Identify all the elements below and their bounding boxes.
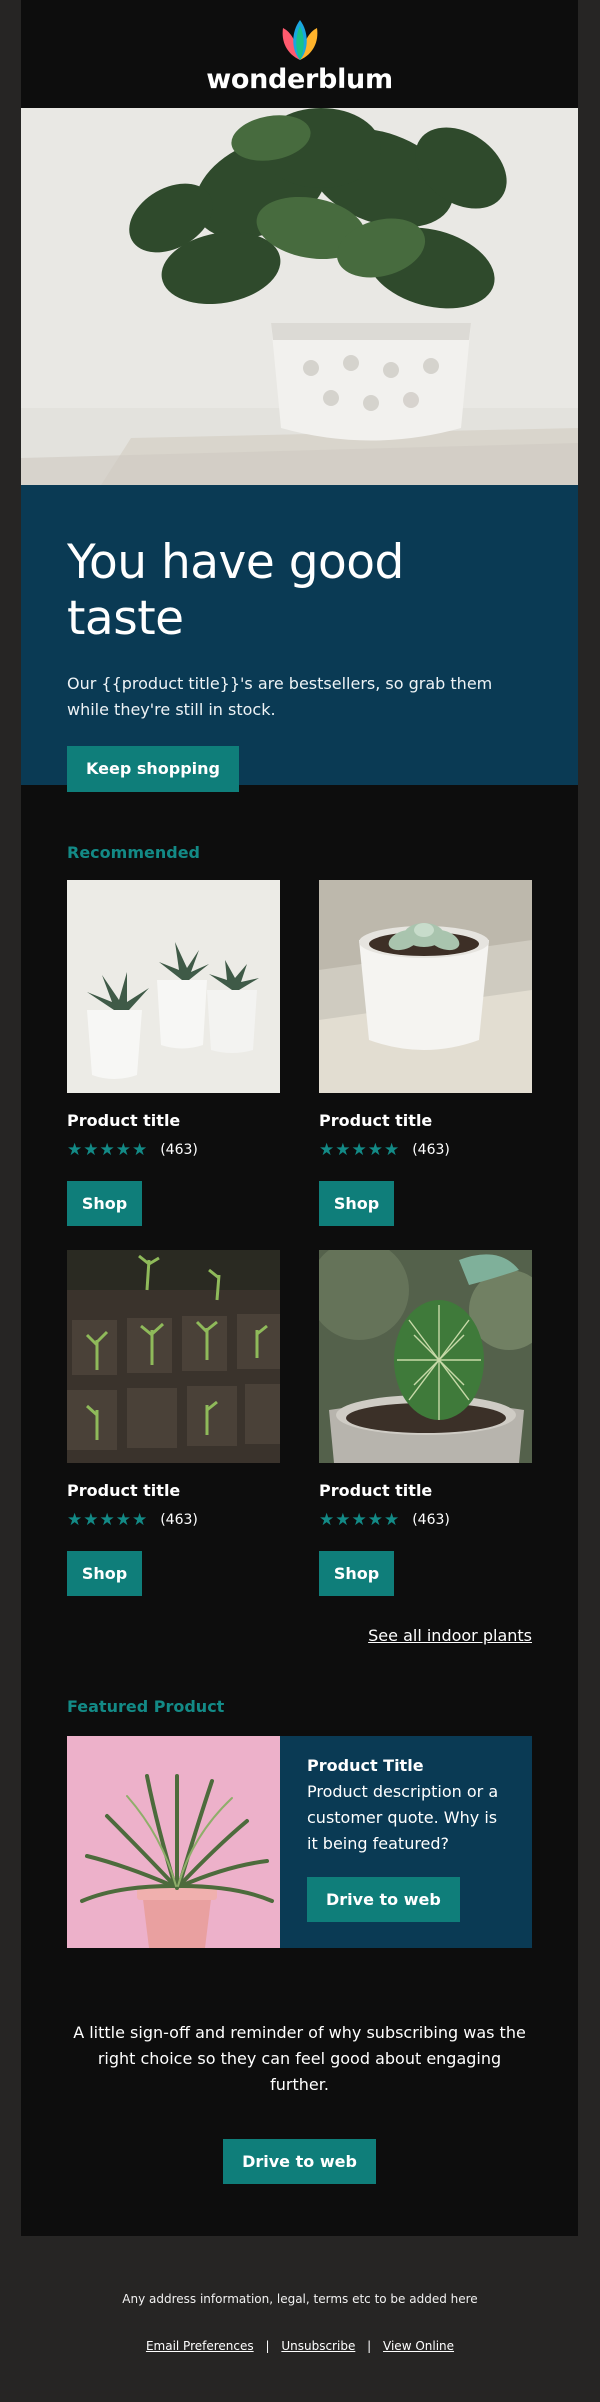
product-title: Product title [319, 1481, 433, 1500]
product-card: Product title ★★★★★ (463) Shop [319, 1250, 532, 1596]
featured-body: Product Title Product description or a c… [280, 1736, 532, 1948]
product-image[interactable] [319, 1250, 532, 1463]
hero-body: Our {{product title}}'s are bestsellers,… [67, 674, 493, 719]
review-count: (463) [412, 1512, 450, 1528]
product-rating: ★★★★★ (463) [67, 1140, 280, 1160]
recommended-section: Recommended Product title ★★★★★ (463) Sh… [21, 785, 578, 1620]
product-image[interactable] [319, 880, 532, 1093]
shop-button[interactable]: Shop [319, 1181, 394, 1226]
product-title: Product title [67, 1111, 181, 1130]
product-card: Product title ★★★★★ (463) Shop [67, 1250, 280, 1596]
logo-icon [282, 19, 317, 60]
product-image[interactable] [67, 1250, 280, 1463]
email-preferences-link[interactable]: Email Preferences [146, 2339, 254, 2353]
product-card: Product title ★★★★★ (463) Shop [319, 880, 532, 1226]
view-online-link[interactable]: View Online [383, 2339, 454, 2353]
recommended-label: Recommended [67, 843, 200, 862]
star-icons: ★★★★★ [319, 1510, 401, 1530]
see-all-row: See all indoor plants [21, 1626, 578, 1645]
shop-button[interactable]: Shop [319, 1551, 394, 1596]
featured-section: Featured Product Product Title Product d… [21, 1645, 578, 1948]
header: wonderblum [21, 0, 578, 108]
footer-address: Any address information, legal, terms et… [122, 2292, 478, 2306]
product-rating: ★★★★★ (463) [67, 1510, 280, 1530]
featured-image[interactable] [67, 1736, 280, 1948]
drive-to-web-button[interactable]: Drive to web [307, 1877, 460, 1922]
signoff-drive-to-web-button[interactable]: Drive to web [223, 2139, 376, 2184]
hero-headline: You have good taste [67, 535, 404, 646]
shop-button[interactable]: Shop [67, 1551, 142, 1596]
product-rating: ★★★★★ (463) [319, 1140, 532, 1160]
product-title: Product title [67, 1481, 181, 1500]
featured-card: Product Title Product description or a c… [67, 1736, 532, 1948]
email-container: wonderblum You have good taste Our {{pro… [21, 0, 578, 2236]
star-icons: ★★★★★ [67, 1510, 149, 1530]
star-icons: ★★★★★ [319, 1140, 401, 1160]
featured-title: Product Title [307, 1756, 424, 1775]
star-icons: ★★★★★ [67, 1140, 149, 1160]
product-title: Product title [319, 1111, 433, 1130]
hero-image [21, 108, 578, 485]
hero-section: You have good taste Our {{product title}… [21, 485, 578, 792]
product-image[interactable] [67, 880, 280, 1093]
unsubscribe-link[interactable]: Unsubscribe [281, 2339, 355, 2353]
product-card: Product title ★★★★★ (463) Shop [67, 880, 280, 1226]
footer-links: Email Preferences | Unsubscribe | View O… [0, 2339, 600, 2353]
footer-separator: | [265, 2339, 270, 2353]
review-count: (463) [412, 1142, 450, 1158]
product-rating: ★★★★★ (463) [319, 1510, 532, 1530]
brand-name: wonderblum [206, 63, 393, 95]
review-count: (463) [160, 1512, 198, 1528]
footer-separator: | [367, 2339, 372, 2353]
signoff-cta-row: Drive to web [21, 2139, 578, 2184]
featured-description: Product description or a customer quote.… [307, 1782, 499, 1853]
keep-shopping-button[interactable]: Keep shopping [67, 746, 239, 792]
signoff-text: A little sign-off and reminder of why su… [73, 2023, 526, 2094]
review-count: (463) [160, 1142, 198, 1158]
footer: Any address information, legal, terms et… [0, 2236, 600, 2353]
featured-label: Featured Product [67, 1697, 225, 1716]
shop-button[interactable]: Shop [67, 1181, 142, 1226]
product-grid: Product title ★★★★★ (463) Shop Product t… [67, 880, 532, 1620]
see-all-link[interactable]: See all indoor plants [368, 1626, 532, 1645]
